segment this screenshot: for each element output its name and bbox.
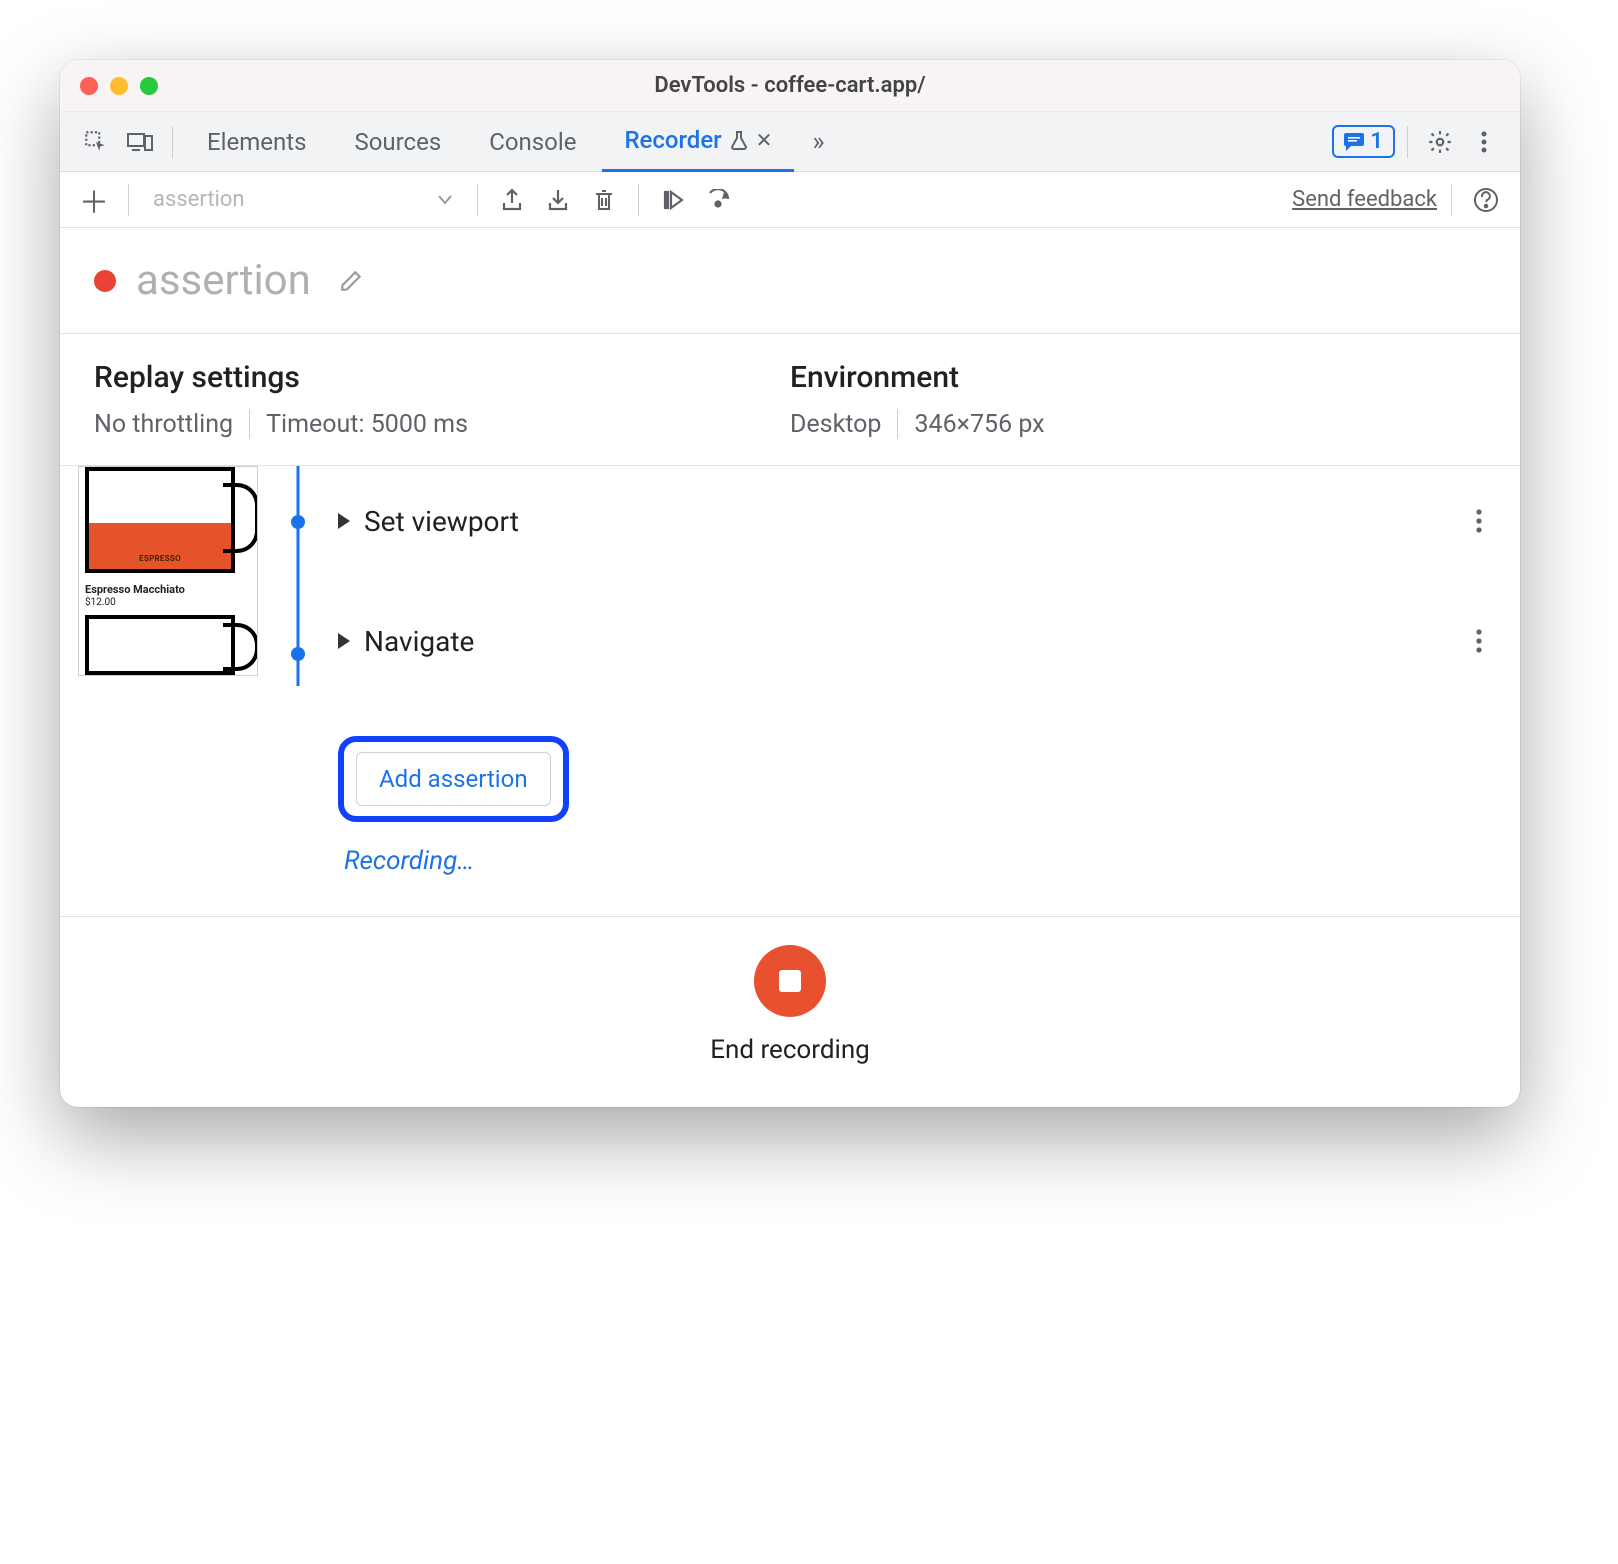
titlebar: DevTools - coffee-cart.app/ — [60, 60, 1520, 112]
recording-indicator-icon — [94, 270, 116, 292]
separator — [128, 184, 129, 216]
close-tab-icon[interactable]: ✕ — [756, 128, 773, 152]
separator — [1451, 184, 1452, 216]
chevron-down-icon — [438, 195, 452, 205]
footer: End recording — [60, 916, 1520, 1107]
devtools-window: DevTools - coffee-cart.app/ Elements Sou… — [60, 60, 1520, 1107]
recording-name: assertion — [136, 256, 311, 305]
tab-label: Console — [489, 128, 576, 156]
tab-recorder[interactable]: Recorder ✕ — [602, 112, 794, 172]
expand-icon — [338, 633, 350, 649]
settings-icon[interactable] — [1420, 122, 1460, 162]
thumbnail-cup-label: ESPRESSO — [89, 554, 231, 563]
replay-icon[interactable] — [653, 180, 693, 220]
minimize-window-button[interactable] — [110, 77, 128, 95]
zoom-window-button[interactable] — [140, 77, 158, 95]
recording-header: assertion — [60, 228, 1520, 334]
delete-icon[interactable] — [584, 180, 624, 220]
inspect-element-icon[interactable] — [76, 122, 116, 162]
throttling-value[interactable]: No throttling — [94, 410, 233, 439]
recording-status: Recording… — [344, 846, 1482, 876]
thumbnail-product-price: $12.00 — [85, 597, 116, 608]
import-icon[interactable] — [538, 180, 578, 220]
separator — [477, 184, 478, 216]
timeline-dot — [291, 647, 305, 661]
recorder-toolbar: ＋ assertion Send feedback — [60, 172, 1520, 228]
experiment-icon — [730, 130, 748, 150]
replay-settings-panel: Replay settings No throttling Timeout: 5… — [94, 360, 790, 439]
device-value: Desktop — [790, 410, 881, 439]
separator — [897, 409, 898, 439]
thumbnail-cup-graphic: ESPRESSO — [85, 467, 235, 573]
step-menu-icon[interactable] — [1476, 508, 1482, 534]
thumbnail-cup-graphic-2 — [85, 615, 235, 675]
settings-panels: Replay settings No throttling Timeout: 5… — [60, 334, 1520, 466]
more-tabs-icon[interactable]: » — [798, 122, 838, 162]
recording-dropdown[interactable]: assertion — [143, 180, 463, 220]
stop-icon — [779, 970, 801, 992]
send-feedback-link[interactable]: Send feedback — [1292, 187, 1437, 212]
timeline-dot — [291, 515, 305, 529]
tab-label: Elements — [207, 128, 306, 156]
chat-icon — [1344, 133, 1364, 151]
add-assertion-highlight: Add assertion — [338, 736, 569, 822]
step-menu-icon[interactable] — [1476, 628, 1482, 654]
tab-label: Recorder — [624, 126, 721, 154]
steps-area: ESPRESSO Espresso Macchiato $12.00 Set v… — [60, 466, 1520, 916]
timeout-value[interactable]: Timeout: 5000 ms — [266, 410, 468, 439]
step-label: Navigate — [364, 625, 474, 658]
kebab-menu-icon[interactable] — [1464, 122, 1504, 162]
tab-console[interactable]: Console — [467, 112, 598, 172]
screenshot-thumbnail-column: ESPRESSO Espresso Macchiato $12.00 — [78, 466, 258, 916]
environment-heading: Environment — [790, 360, 1486, 395]
window-controls — [60, 77, 158, 95]
edit-name-icon[interactable] — [331, 261, 371, 301]
step-row-set-viewport[interactable]: Set viewport — [338, 466, 1482, 576]
export-icon[interactable] — [492, 180, 532, 220]
tab-label: Sources — [354, 128, 441, 156]
issues-badge[interactable]: 1 — [1332, 125, 1395, 158]
new-recording-icon[interactable]: ＋ — [74, 180, 114, 220]
separator — [249, 409, 250, 439]
timeline — [258, 466, 338, 916]
expand-icon — [338, 513, 350, 529]
dropdown-value: assertion — [153, 187, 245, 212]
thumbnail-coffee-fill: ESPRESSO — [89, 523, 231, 569]
thumbnail-product-name: Espresso Macchiato — [85, 583, 185, 596]
separator — [1407, 126, 1408, 158]
close-window-button[interactable] — [80, 77, 98, 95]
add-assertion-button[interactable]: Add assertion — [356, 752, 551, 806]
step-label: Set viewport — [364, 505, 519, 538]
separator — [172, 126, 173, 158]
window-title: DevTools - coffee-cart.app/ — [60, 73, 1520, 98]
tab-elements[interactable]: Elements — [185, 112, 328, 172]
screenshot-thumbnail[interactable]: ESPRESSO Espresso Macchiato $12.00 — [78, 466, 258, 676]
dimensions-value: 346×756 px — [914, 410, 1044, 439]
environment-panel: Environment Desktop 346×756 px — [790, 360, 1486, 439]
help-icon[interactable] — [1466, 180, 1506, 220]
tab-sources[interactable]: Sources — [332, 112, 463, 172]
end-recording-button[interactable] — [754, 945, 826, 1017]
device-toolbar-icon[interactable] — [120, 122, 160, 162]
performance-replay-icon[interactable] — [699, 180, 739, 220]
devtools-tabstrip: Elements Sources Console Recorder ✕ » 1 — [60, 112, 1520, 172]
step-row-navigate[interactable]: Navigate — [338, 576, 1482, 706]
replay-settings-heading: Replay settings — [94, 360, 790, 395]
steps-list: Set viewport Navigate Add assertion Reco… — [338, 466, 1502, 916]
end-recording-label: End recording — [710, 1035, 870, 1065]
issues-count: 1 — [1370, 129, 1383, 154]
separator — [638, 184, 639, 216]
